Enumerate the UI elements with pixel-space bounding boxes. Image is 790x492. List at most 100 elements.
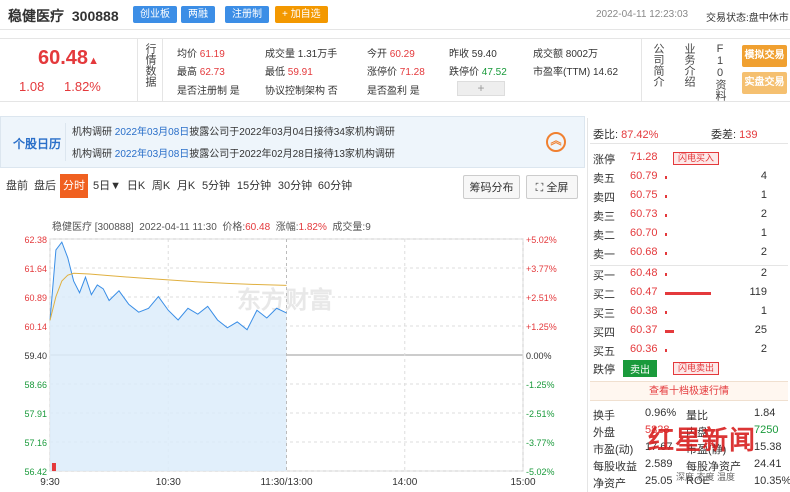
stat-value: 10.35% <box>754 475 790 487</box>
tab-15min[interactable]: 15分钟 <box>235 174 273 198</box>
calendar-item[interactable]: 机构调研 2022年03月08日披露公司于2022年03月04日接待34家机构调… <box>72 123 395 138</box>
ask-price: 60.73 <box>630 208 658 220</box>
tab-60min[interactable]: 60分钟 <box>316 174 354 198</box>
y-tick-label-left: 56.42 <box>24 467 47 477</box>
y-tick-label-left: 61.64 <box>24 264 47 274</box>
ask-row[interactable]: 卖三 60.73 2 <box>593 206 785 225</box>
x-tick-label: 11:30/13:00 <box>260 477 313 488</box>
y-tick-label-right: -2.51% <box>526 409 555 419</box>
quote-cell: 今开 60.29 <box>367 49 415 60</box>
bid-label: 买三 <box>593 308 615 320</box>
quote-cell: 是否盈利 是 <box>367 86 420 97</box>
bid-row[interactable]: 买三 60.38 1 <box>593 303 785 322</box>
real-trade-button[interactable]: 实盘交易 <box>742 72 787 94</box>
y-tick-label-left: 58.66 <box>24 380 47 390</box>
ask-row[interactable]: 卖五 60.79 4 <box>593 168 785 187</box>
tag-chinext[interactable]: 创业板 <box>133 6 177 23</box>
y-tick-label-left: 60.89 <box>24 293 47 303</box>
stat-value: 24.41 <box>754 458 782 470</box>
trade-status: 交易状态:盘中休市 <box>706 13 789 24</box>
limit-up-row: 涨停 71.28 闪电买入 <box>593 149 785 168</box>
tab-monthly-k[interactable]: 月K <box>175 174 197 198</box>
expand-calendar-icon[interactable]: ︽ <box>546 132 566 152</box>
fullscreen-button[interactable]: ⛶ 全屏 <box>526 175 578 199</box>
wei-cha: 委差: 139 <box>711 129 758 141</box>
add-watchlist-button[interactable]: + 加自选 <box>275 6 328 23</box>
business-intro-link[interactable]: 业务介绍 <box>681 43 697 87</box>
ask-volume-bar <box>665 176 667 179</box>
bid-volume: 119 <box>749 286 767 298</box>
bid-volume: 2 <box>760 343 767 355</box>
y-tick-label-right: -5.02% <box>526 467 555 477</box>
stat-value: 15.38 <box>754 441 782 453</box>
arrow-up-icon: ▲ <box>88 55 99 67</box>
y-tick-label-left: 59.40 <box>24 351 47 361</box>
datetime: 2022-04-11 12:23:03 <box>596 9 689 20</box>
y-tick-label-left: 57.91 <box>24 409 47 419</box>
divider <box>641 39 642 101</box>
quote-cell: 跌停价 47.52 <box>449 67 507 78</box>
ask-volume: 1 <box>760 227 767 239</box>
tab-premarket[interactable]: 盘前 <box>4 174 30 198</box>
quote-cell: 涨停价 71.28 <box>367 67 425 78</box>
intraday-chart[interactable]: 62.38 +5.02% 61.64 +3.77% 60.89 +2.51% 60.14 +1… <box>0 228 585 492</box>
tag-registration[interactable]: 注册制 <box>225 6 269 23</box>
tab-5day[interactable]: 5日▼ <box>90 174 124 198</box>
flash-sell-button[interactable]: 闪电卖出 <box>673 362 720 375</box>
ask-volume-bar <box>665 233 667 236</box>
sell-button[interactable]: 卖出 <box>623 360 657 377</box>
ask-volume-bar <box>665 214 667 217</box>
chip-distribution-button[interactable]: 筹码分布 <box>463 175 520 199</box>
quote-cells: 均价 61.19 成交量 1.31万手 今开 60.29 昨收 59.40 成交… <box>177 45 637 97</box>
quote-cell: 均价 61.19 <box>177 49 225 60</box>
volume-bar <box>51 463 56 471</box>
sim-trade-button[interactable]: 模拟交易 <box>742 45 787 67</box>
y-tick-label-right: +2.51% <box>526 293 557 303</box>
ask-row[interactable]: 卖四 60.75 1 <box>593 187 785 206</box>
bid-price: 60.36 <box>630 343 658 355</box>
stat-value: 1.84 <box>754 407 776 419</box>
ask-row[interactable]: 卖二 60.70 1 <box>593 225 785 244</box>
stat-label: 外盘 <box>593 427 615 439</box>
bid-row[interactable]: 买五 60.36 2 <box>593 341 785 360</box>
quote-cell: 成交额 8002万 <box>533 49 599 60</box>
bid-label: 买四 <box>593 327 615 339</box>
quote-cell: 最低 59.91 <box>265 67 313 78</box>
calendar-item[interactable]: 机构调研 2022年03月08日披露公司于2022年02月28日接待13家机构调… <box>72 145 395 160</box>
y-tick-label-right: +1.25% <box>526 322 557 332</box>
tab-weekly-k[interactable]: 周K <box>150 174 172 198</box>
y-tick-label-right: -3.77% <box>526 438 555 448</box>
expand-more-button[interactable]: + <box>457 81 505 96</box>
bid-label: 买一 <box>593 270 615 282</box>
divider <box>137 39 138 101</box>
ask-row[interactable]: 卖一 60.68 2 <box>593 244 785 263</box>
bid-volume: 1 <box>760 305 767 317</box>
stock-calendar: 个股日历 机构调研 2022年03月08日披露公司于2022年03月04日接待3… <box>0 116 585 168</box>
bid-price: 60.38 <box>630 305 658 317</box>
tab-intraday[interactable]: 分时 <box>60 174 88 198</box>
bid-row[interactable]: 买四 60.37 25 <box>593 322 785 341</box>
bid-volume-bar <box>665 311 667 314</box>
y-tick-label-left: 62.38 <box>24 235 47 245</box>
ask-volume: 1 <box>760 189 767 201</box>
bid-volume-bar <box>665 292 711 295</box>
bid-row[interactable]: 买二 60.47 119 <box>593 284 785 303</box>
tab-5min[interactable]: 5分钟 <box>200 174 232 198</box>
bid-volume: 25 <box>754 324 767 336</box>
flash-buy-button[interactable]: 闪电买入 <box>673 152 720 165</box>
company-intro-link[interactable]: 公司简介 <box>650 43 666 87</box>
y-tick-label-left: 60.14 <box>24 322 47 332</box>
price-change-pct: 1.82% <box>64 79 101 94</box>
ask-price: 60.68 <box>630 246 658 258</box>
divider <box>162 39 163 101</box>
tab-daily-k[interactable]: 日K <box>125 174 147 198</box>
f10-link[interactable]: F10资料 <box>712 43 728 101</box>
level10-link[interactable]: 查看十档极速行情 <box>590 381 788 401</box>
tag-margin[interactable]: 两融 <box>181 6 215 23</box>
news-watermark: 红星新闻 <box>648 425 757 455</box>
tab-afterhours[interactable]: 盘后 <box>32 174 58 198</box>
bid-row[interactable]: 买一 60.48 2 <box>593 265 785 284</box>
ask-label: 卖五 <box>593 173 615 185</box>
tab-30min[interactable]: 30分钟 <box>276 174 314 198</box>
x-tick-label: 10:30 <box>156 477 181 488</box>
